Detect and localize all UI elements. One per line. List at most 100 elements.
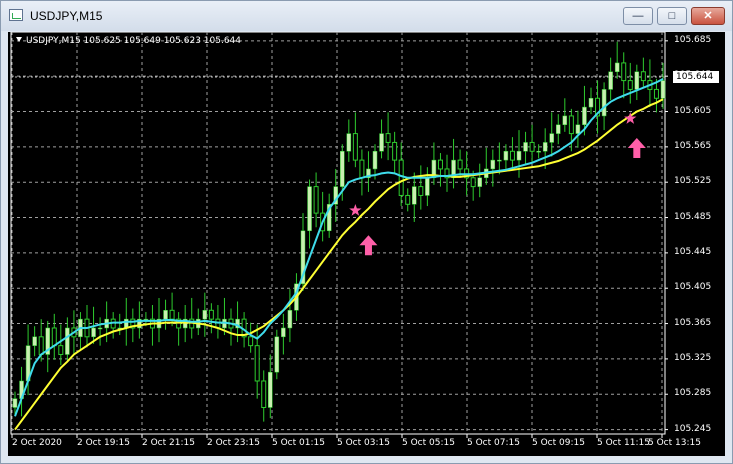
- candle-bull: [503, 151, 509, 161]
- candle-bull: [97, 327, 103, 330]
- candle-bull: [556, 124, 561, 134]
- candle-bull: [542, 142, 548, 152]
- close-button[interactable]: ✕: [691, 7, 725, 25]
- y-tick-label: 105.525: [674, 176, 712, 187]
- x-tick-label: 5 Oct 03:15: [337, 438, 390, 448]
- ma-slow-line: [14, 98, 664, 431]
- candle-bull: [660, 80, 666, 99]
- x-tick-label: 5 Oct 11:15: [597, 438, 650, 448]
- candle-bull: [379, 133, 384, 152]
- y-tick-label: 105.325: [674, 352, 712, 363]
- y-tick-label: 105.605: [674, 105, 712, 116]
- candle-bull: [516, 151, 522, 161]
- candle-bear: [398, 159, 404, 196]
- ma-fast-line: [14, 77, 664, 417]
- candle-bull: [588, 98, 594, 108]
- candle-bear: [529, 141, 535, 152]
- y-tick-label: 105.445: [674, 246, 712, 257]
- x-tick-label: 5 Oct 05:15: [402, 438, 455, 448]
- y-tick-label: 105.245: [674, 423, 712, 434]
- x-tick-label: 2 Oct 19:15: [77, 438, 130, 448]
- candle-bear: [248, 336, 254, 347]
- candle-bear: [621, 62, 627, 82]
- buy-arrow-icon: [627, 138, 646, 159]
- y-tick-label: 105.405: [674, 282, 712, 293]
- candle-bear: [640, 71, 646, 82]
- y-tick-label: 105.685: [674, 34, 712, 45]
- signal-star-icon: [349, 203, 362, 216]
- candle-bear: [359, 159, 365, 179]
- chart-window: USDJPY,M15 — □ ✕ USDJPY,M15 105.625 105.…: [0, 0, 733, 464]
- candle-bear: [385, 133, 391, 143]
- plot-frame: [10, 32, 666, 435]
- x-tick-label: 2 Oct 2020: [12, 438, 62, 448]
- candle-bear: [627, 80, 633, 90]
- candle-bull: [582, 106, 587, 126]
- x-tick-label: 2 Oct 23:15: [207, 438, 260, 448]
- candle-bear: [169, 309, 175, 320]
- candle-bear: [437, 159, 443, 170]
- candle-bear: [352, 133, 358, 161]
- candle-bull: [425, 177, 430, 196]
- candle-bull: [536, 151, 541, 153]
- candle-bear: [38, 336, 44, 355]
- candle-bear: [254, 345, 260, 382]
- y-tick-label: 105.485: [674, 211, 712, 222]
- candle-bull: [575, 124, 581, 134]
- y-tick-label: 105.365: [674, 317, 712, 328]
- candle-bull: [497, 159, 502, 162]
- candle-bear: [405, 194, 411, 205]
- candle-bull: [634, 71, 640, 90]
- x-tick-label: 5 Oct 13:15: [648, 438, 701, 448]
- candle-bull: [287, 310, 293, 329]
- candle-bear: [392, 141, 398, 161]
- minimize-button[interactable]: —: [623, 7, 653, 25]
- candle-bull: [281, 327, 286, 338]
- x-tick-label: 5 Oct 07:15: [467, 438, 520, 448]
- chart-canvas[interactable]: USDJPY,M15 105.625 105.649 105.623 105.6…: [8, 32, 725, 456]
- x-tick-label: 5 Oct 01:15: [272, 438, 325, 448]
- candle-bull: [490, 159, 496, 170]
- current-price-label: 105.644: [673, 71, 719, 84]
- candle-bull: [307, 186, 312, 232]
- y-tick-label: 105.285: [674, 388, 712, 399]
- candle-bull: [523, 142, 528, 152]
- candle-bull: [274, 336, 280, 373]
- candle-bull: [477, 177, 482, 187]
- candle-bear: [261, 380, 267, 408]
- candle-bull: [65, 327, 70, 355]
- window-title: USDJPY,M15: [30, 9, 103, 23]
- candle-bull: [163, 310, 168, 320]
- candle-bull: [91, 327, 96, 338]
- candle-bull: [614, 62, 620, 73]
- candle-bear: [313, 186, 319, 214]
- chart-header-text: USDJPY,M15 105.625 105.649 105.623 105.6…: [26, 36, 242, 46]
- candle-bull: [12, 398, 18, 408]
- price-chart[interactable]: [8, 32, 725, 456]
- candle-bull: [549, 133, 554, 143]
- maximize-button[interactable]: □: [657, 7, 687, 25]
- chart-header: USDJPY,M15 105.625 105.649 105.623 105.6…: [16, 36, 241, 46]
- y-tick-label: 105.565: [674, 140, 712, 151]
- candle-bull: [412, 186, 417, 205]
- candle-bear: [509, 150, 515, 161]
- candle-bear: [457, 159, 463, 170]
- candle-bear: [653, 88, 659, 99]
- candle-bull: [268, 371, 273, 408]
- candle-bear: [418, 186, 424, 196]
- candle-bull: [340, 151, 345, 187]
- title-bar[interactable]: USDJPY,M15 — □ ✕: [1, 1, 732, 31]
- candle-bull: [202, 310, 208, 320]
- candle-bear: [51, 327, 57, 347]
- buy-arrow-icon: [359, 235, 378, 256]
- candle-bear: [58, 345, 64, 355]
- candle-bear: [568, 115, 574, 135]
- candle-bull: [372, 151, 378, 170]
- candle-bear: [208, 309, 214, 320]
- dropdown-triangle-icon[interactable]: [16, 37, 22, 42]
- candle-bull: [562, 115, 568, 126]
- candle-bull: [32, 336, 37, 346]
- candle-bull: [601, 89, 607, 117]
- candle-bear: [470, 177, 476, 188]
- candle-bull: [608, 71, 613, 90]
